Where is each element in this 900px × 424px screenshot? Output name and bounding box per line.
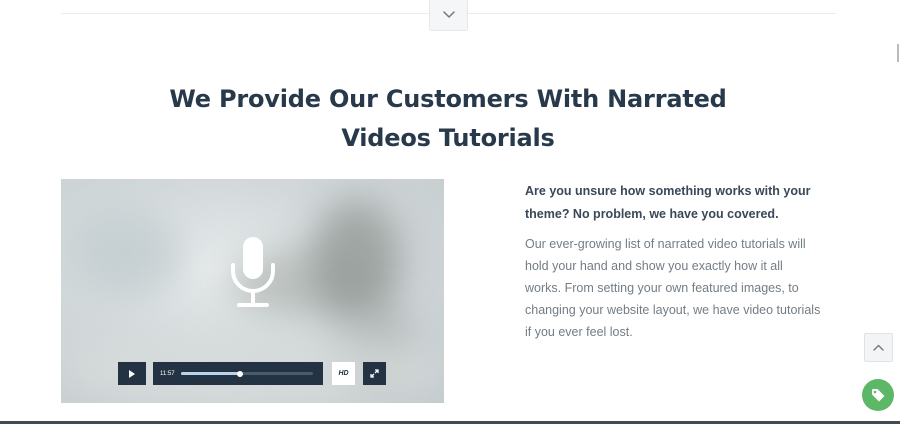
- body-line-3: works. From setting your own featured im…: [525, 281, 799, 295]
- tag-icon: [872, 389, 885, 402]
- progress-track[interactable]: [181, 370, 313, 377]
- section-title: We Provide Our Customers With Narrated V…: [150, 80, 746, 158]
- body-line-2: hold your hand and show you exactly how …: [525, 259, 783, 273]
- video-time-label: 11:57: [160, 370, 175, 377]
- progress-knob[interactable]: [237, 370, 244, 377]
- chevron-down-icon: [442, 11, 455, 18]
- body-line-5: if you ever feel lost.: [525, 325, 633, 339]
- video-player[interactable]: 11:57 HD: [61, 179, 444, 403]
- lead-line-1: Are you unsure how something works with …: [525, 184, 811, 198]
- scroll-to-top-button[interactable]: [864, 333, 893, 362]
- section-title-line-1: We Provide Our Customers With Narrated: [169, 85, 727, 113]
- hd-button[interactable]: HD: [332, 362, 355, 385]
- body-line-4: changing your website layout, we have vi…: [525, 303, 821, 317]
- fullscreen-button[interactable]: [363, 362, 386, 385]
- section-lead-text: Are you unsure how something works with …: [525, 180, 825, 225]
- fullscreen-icon: [370, 369, 379, 378]
- page-scrollbar[interactable]: [895, 0, 900, 424]
- video-thumbnail-backdrop: [71, 209, 181, 299]
- chevron-up-icon: [873, 344, 884, 351]
- page-scrollbar-thumb[interactable]: [897, 44, 899, 62]
- section-title-line-2: Videos Tutorials: [341, 124, 555, 152]
- microphone-icon: [231, 237, 275, 307]
- hd-label: HD: [338, 370, 349, 377]
- tag-button[interactable]: [862, 379, 894, 411]
- video-progress-bar[interactable]: 11:57: [153, 362, 323, 385]
- section-divider-right: [468, 13, 836, 14]
- collapse-toggle-button[interactable]: [429, 0, 468, 31]
- progress-fill: [181, 372, 241, 375]
- section-body-text: Our ever-growing list of narrated video …: [525, 233, 845, 343]
- lead-line-2: theme? No problem, we have you covered.: [525, 206, 779, 221]
- body-line-1: Our ever-growing list of narrated video …: [525, 237, 806, 251]
- section-divider-left: [61, 13, 429, 14]
- play-button[interactable]: [118, 362, 146, 385]
- play-icon: [129, 369, 135, 378]
